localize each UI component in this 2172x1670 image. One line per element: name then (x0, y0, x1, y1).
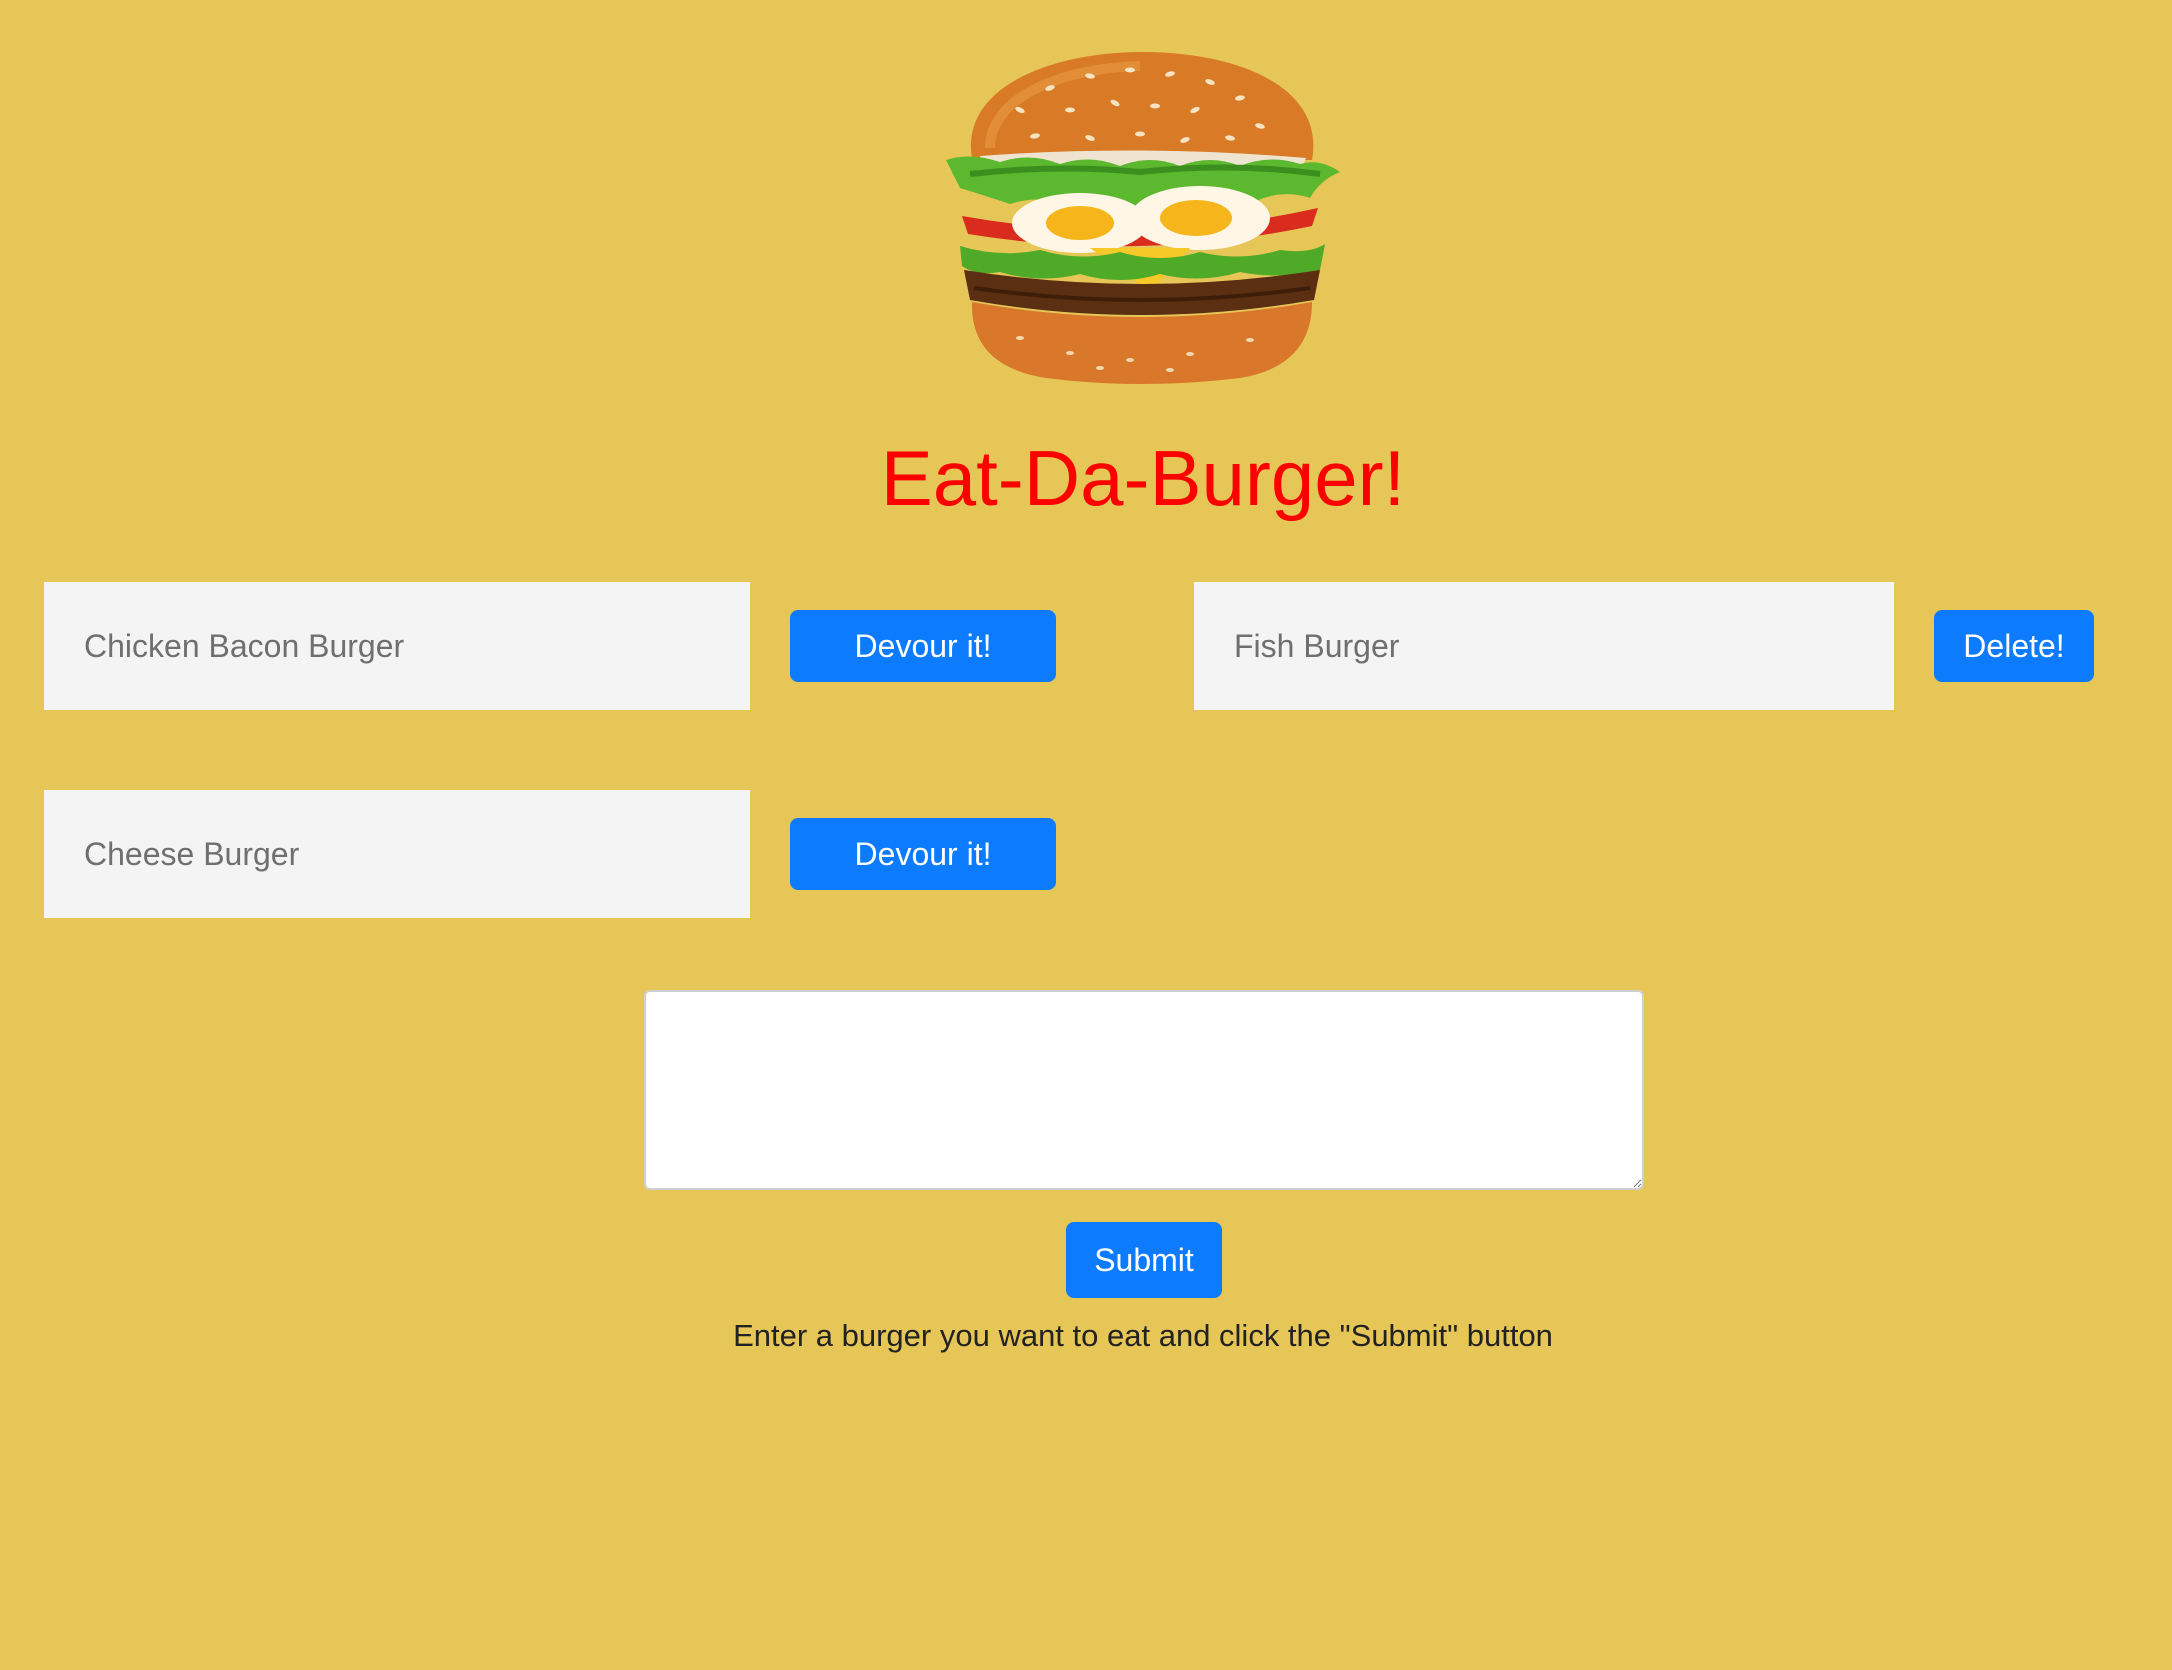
burger-name: Cheese Burger (84, 835, 300, 872)
devour-button[interactable]: Devour it! (790, 818, 1056, 890)
burger-logo-icon (946, 52, 1340, 384)
burger-textarea[interactable] (644, 990, 1644, 1190)
devour-button[interactable]: Devour it! (790, 610, 1056, 682)
help-text: Enter a burger you want to eat and click… (733, 1318, 1553, 1353)
burger-name: Chicken Bacon Burger (84, 627, 405, 664)
page-title: Eat-Da-Burger! (880, 434, 1406, 522)
burger-item-fish: Fish Burger (1194, 582, 1894, 710)
submit-button[interactable]: Submit (1066, 1222, 1222, 1298)
burger-item-cheese: Cheese Burger (44, 790, 750, 918)
delete-button[interactable]: Delete! (1934, 610, 2094, 682)
burger-name: Fish Burger (1234, 627, 1400, 664)
burger-item-chicken-bacon: Chicken Bacon Burger (44, 582, 750, 710)
